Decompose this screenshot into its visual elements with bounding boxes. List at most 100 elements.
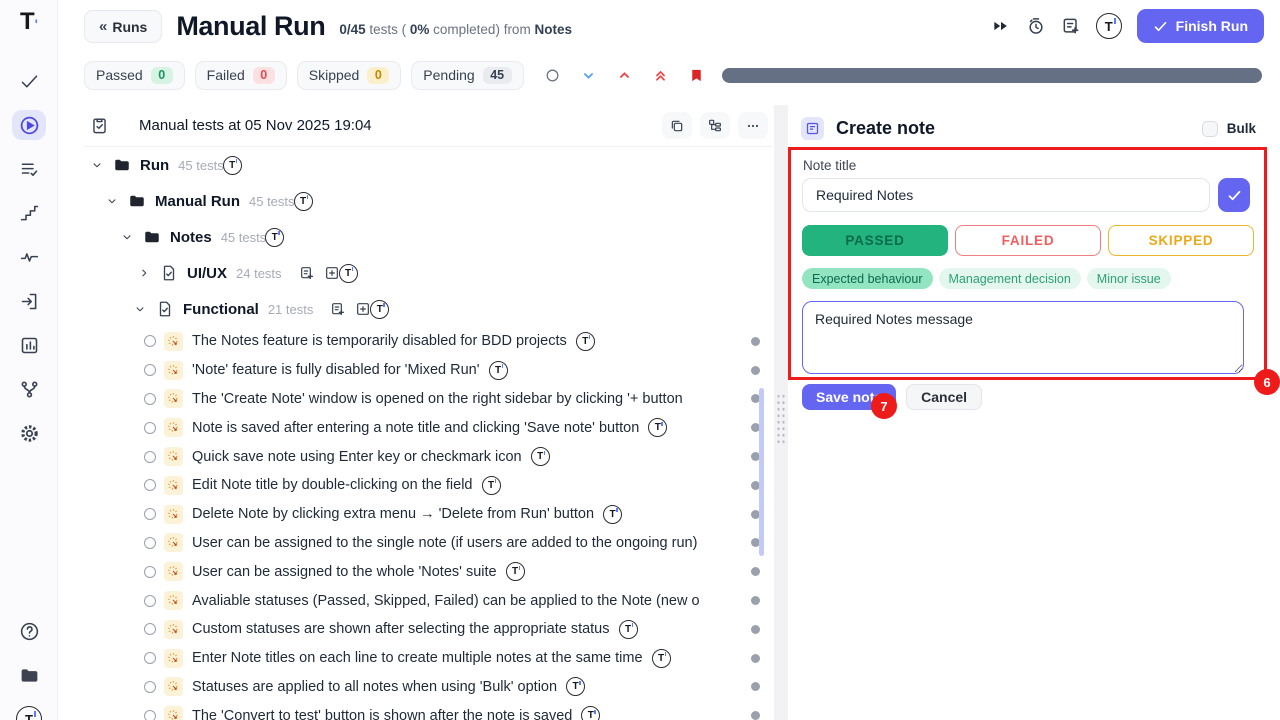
test-title[interactable]: Custom statuses are shown after selectin… — [192, 621, 610, 637]
suite-name[interactable]: Run — [140, 157, 169, 174]
test-status-circle[interactable] — [144, 479, 156, 491]
report-chart-icon[interactable] — [12, 330, 46, 360]
bookmark-icon[interactable] — [688, 67, 706, 84]
test-status-circle[interactable] — [144, 422, 156, 434]
test-title[interactable]: The Notes feature is temporarily disable… — [192, 333, 567, 349]
list-scrollbar-thumb[interactable] — [759, 388, 764, 556]
back-to-runs-button[interactable]: « Runs — [84, 10, 162, 43]
test-status-circle[interactable] — [144, 393, 156, 405]
test-title[interactable]: Statuses are applied to all notes when u… — [192, 679, 557, 695]
testomat-badge-icon[interactable]: T — [294, 192, 313, 211]
test-row[interactable]: The Notes feature is temporarily disable… — [84, 327, 772, 356]
add-note-icon[interactable] — [1061, 16, 1081, 36]
filter-failed[interactable]: Failed0 — [195, 61, 287, 90]
test-row[interactable]: The 'Convert to test' button is shown af… — [84, 701, 772, 720]
test-title[interactable]: The 'Convert to test' button is shown af… — [192, 708, 572, 720]
test-status-circle[interactable] — [144, 681, 156, 693]
chevron-up-icon[interactable] — [616, 67, 634, 84]
test-row[interactable]: Avaliable statuses (Passed, Skipped, Fai… — [84, 586, 772, 615]
filter-passed[interactable]: Passed0 — [84, 61, 185, 90]
test-status-circle[interactable] — [144, 595, 156, 607]
test-status-circle[interactable] — [144, 710, 156, 720]
activity-pulse-icon[interactable] — [12, 242, 46, 272]
testomat-badge-icon[interactable]: T — [506, 562, 525, 581]
chevron-down-icon[interactable] — [120, 230, 134, 244]
suite-row-manual-run[interactable]: Manual Run 45 tests T — [84, 183, 772, 219]
test-row[interactable]: Statuses are applied to all notes when u… — [84, 673, 772, 702]
testomat-badge-icon[interactable]: T — [566, 677, 585, 696]
bulk-checkbox[interactable] — [1202, 121, 1218, 137]
tag-management-decision[interactable]: Management decision — [939, 268, 1081, 289]
test-status-circle[interactable] — [144, 364, 156, 376]
cancel-button[interactable]: Cancel — [906, 384, 982, 410]
check-icon[interactable] — [12, 66, 46, 96]
finish-run-button[interactable]: Finish Run — [1137, 9, 1264, 43]
testomat-badge-icon[interactable]: T — [531, 447, 550, 466]
suite-row-run[interactable]: Run 45 tests T — [84, 147, 772, 183]
tag-expected-behaviour[interactable]: Expected behaviour — [802, 268, 933, 289]
test-status-circle[interactable] — [144, 451, 156, 463]
add-test-icon[interactable] — [324, 265, 340, 281]
test-row[interactable]: Enter Note titles on each line to create… — [84, 644, 772, 673]
test-status-circle[interactable] — [144, 623, 156, 635]
test-row[interactable]: Custom statuses are shown after selectin… — [84, 615, 772, 644]
test-row[interactable]: The 'Create Note' window is opened on th… — [84, 385, 772, 414]
chevron-down-icon[interactable] — [105, 194, 119, 208]
import-icon[interactable] — [12, 286, 46, 316]
test-status-circle[interactable] — [144, 652, 156, 664]
test-row[interactable]: User can be assigned to the whole 'Notes… — [84, 557, 772, 586]
test-status-circle[interactable] — [144, 508, 156, 520]
app-logo[interactable]: T' — [0, 8, 58, 36]
test-title[interactable]: Enter Note titles on each line to create… — [192, 650, 643, 666]
testomat-badge-icon[interactable]: T — [370, 300, 389, 319]
suite-row-uiux[interactable]: UI/UX 24 tests T — [84, 255, 772, 291]
testomat-badge-icon[interactable]: T — [652, 649, 671, 668]
projects-folder-icon[interactable] — [12, 660, 46, 690]
test-row[interactable]: 'Note' feature is fully disabled for 'Mi… — [84, 356, 772, 385]
test-title[interactable]: 'Note' feature is fully disabled for 'Mi… — [192, 362, 480, 378]
test-title[interactable]: Avaliable statuses (Passed, Skipped, Fai… — [192, 593, 700, 609]
add-test-icon[interactable] — [355, 301, 371, 317]
more-options-icon[interactable] — [738, 112, 768, 139]
test-title[interactable]: Edit Note title by double-clicking on th… — [192, 477, 473, 493]
timer-icon[interactable] — [1026, 16, 1046, 36]
test-title[interactable]: User can be assigned to the single note … — [192, 535, 697, 551]
test-status-circle[interactable] — [144, 537, 156, 549]
suite-row-notes[interactable]: Notes 45 tests T — [84, 219, 772, 255]
settings-gear-icon[interactable] — [12, 418, 46, 448]
testomat-badge-icon[interactable]: T — [603, 505, 622, 524]
circle-status-icon[interactable] — [544, 67, 562, 84]
test-title[interactable]: Note is saved after entering a note titl… — [192, 420, 639, 436]
test-title[interactable]: User can be assigned to the whole 'Notes… — [192, 564, 497, 580]
testomat-badge-icon[interactable]: T — [489, 361, 508, 380]
test-status-circle[interactable] — [144, 566, 156, 578]
filter-pending[interactable]: Pending45 — [411, 61, 523, 90]
testomat-badge-icon[interactable]: T — [581, 706, 600, 720]
filter-skipped[interactable]: Skipped0 — [297, 61, 402, 90]
testomat-badge-icon[interactable]: T — [223, 156, 242, 175]
help-icon[interactable] — [12, 616, 46, 646]
test-title[interactable]: Quick save note using Enter key or check… — [192, 449, 522, 465]
copy-icon[interactable] — [662, 112, 692, 139]
test-row[interactable]: Delete Note by clicking extra menu → 'De… — [84, 500, 772, 529]
tree-view-icon[interactable] — [700, 112, 730, 139]
test-title[interactable]: The 'Create Note' window is opened on th… — [192, 391, 683, 407]
testomat-badge-icon[interactable]: T — [482, 476, 501, 495]
run-name[interactable]: Manual tests at 05 Nov 2025 19:04 — [139, 117, 372, 134]
test-row[interactable]: User can be assigned to the single note … — [84, 529, 772, 558]
testomat-badge-icon[interactable]: T — [648, 418, 667, 437]
testomat-badge-icon[interactable]: T — [576, 332, 595, 351]
resize-drag-handle[interactable] — [776, 393, 786, 445]
bulk-toggle[interactable]: Bulk — [1202, 121, 1256, 137]
test-status-circle[interactable] — [144, 335, 156, 347]
chevron-down-icon[interactable] — [133, 302, 147, 316]
note-message-textarea[interactable]: Required Notes message — [802, 301, 1244, 374]
fast-forward-icon[interactable] — [991, 16, 1011, 36]
suite-name[interactable]: Functional — [183, 301, 259, 318]
quick-save-check-button[interactable] — [1218, 178, 1250, 212]
list-check-icon[interactable] — [12, 154, 46, 184]
note-title-input[interactable] — [802, 178, 1210, 212]
test-title[interactable]: Delete Note by clicking extra menu → 'De… — [192, 506, 594, 522]
chevron-down-icon[interactable] — [90, 158, 104, 172]
testomat-badge-icon[interactable]: T — [619, 620, 638, 639]
